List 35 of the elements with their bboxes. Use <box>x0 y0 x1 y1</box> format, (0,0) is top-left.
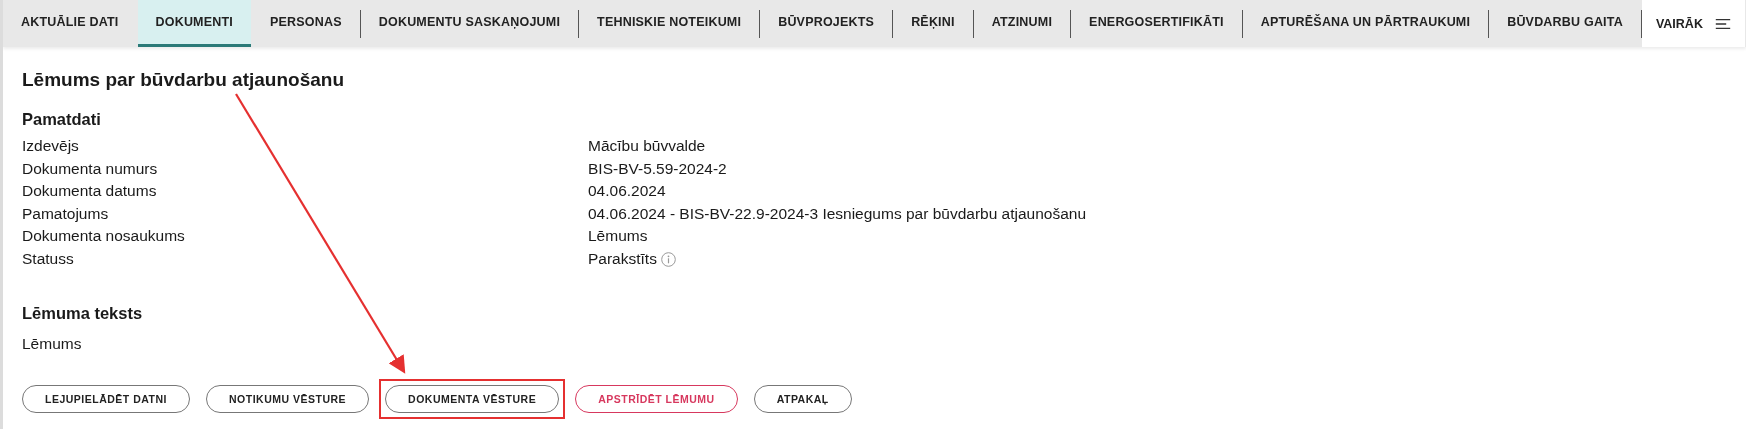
section-heading: Pamatdati <box>22 109 102 130</box>
tab[interactable]: DOKUMENTU SASKAŅOJUMI <box>360 0 579 47</box>
tab[interactable]: ENERGOSERTIFIKĀTI <box>1071 0 1242 47</box>
field-label: Izdevējs <box>22 136 80 156</box>
field-value: 04.06.2024 - BIS-BV-22.9-2024-3 Iesniegums par būvdarbu atjaunošanu <box>588 203 1087 224</box>
action-button[interactable]: APSTRĪDĒT LĒMUMU <box>575 384 738 413</box>
field-value: BIS-BV-5.59-2024-2 <box>588 158 727 179</box>
tab[interactable]: DOKUMENTI <box>137 0 251 47</box>
tab[interactable]: AKTUĀLIE DATI <box>3 0 137 47</box>
tab[interactable]: ATZINUMI <box>973 0 1071 47</box>
section-heading: Lēmuma teksts <box>22 302 144 324</box>
tab[interactable]: RĒĶINI <box>893 0 973 47</box>
field-label: Dokumenta numurs <box>22 158 159 179</box>
tab[interactable]: APTURĒŠANA UN PĀRTRAUKUMI <box>1242 0 1489 47</box>
menu-icon <box>1714 16 1731 31</box>
field-value: Lēmums <box>588 226 648 247</box>
field-label: Pamatojums <box>22 203 110 224</box>
tab[interactable]: TEHNISKIE NOTEIKUMI <box>579 0 760 47</box>
action-button[interactable]: ATPAKAĻ <box>753 384 852 413</box>
action-button[interactable]: LEJUPIELĀDĒT DATNI <box>22 384 190 413</box>
field-value: Mācību būvvalde <box>588 136 706 156</box>
field-label: Statuss <box>22 248 75 269</box>
field-value: 04.06.2024 <box>588 181 666 202</box>
page-title: Lēmums par būvdarbu atjaunošanu <box>22 68 345 92</box>
more-button[interactable]: VAIRĀK <box>1641 0 1745 47</box>
field-label: Dokumenta datums <box>22 181 158 202</box>
action-button[interactable]: DOKUMENTA VĒSTURE <box>385 384 560 413</box>
field-value: Parakstīts <box>588 248 657 269</box>
action-button[interactable]: NOTIKUMU VĒSTURE <box>206 384 370 413</box>
decision-text: Lēmums <box>22 333 83 354</box>
field-label: Dokumenta nosaukums <box>22 226 186 247</box>
tab[interactable]: PERSONAS <box>252 0 360 47</box>
info-icon[interactable] <box>660 251 676 267</box>
tab[interactable]: BŪVDARBU GAITA <box>1489 0 1641 47</box>
tab[interactable]: BŪVPROJEKTS <box>760 0 893 47</box>
